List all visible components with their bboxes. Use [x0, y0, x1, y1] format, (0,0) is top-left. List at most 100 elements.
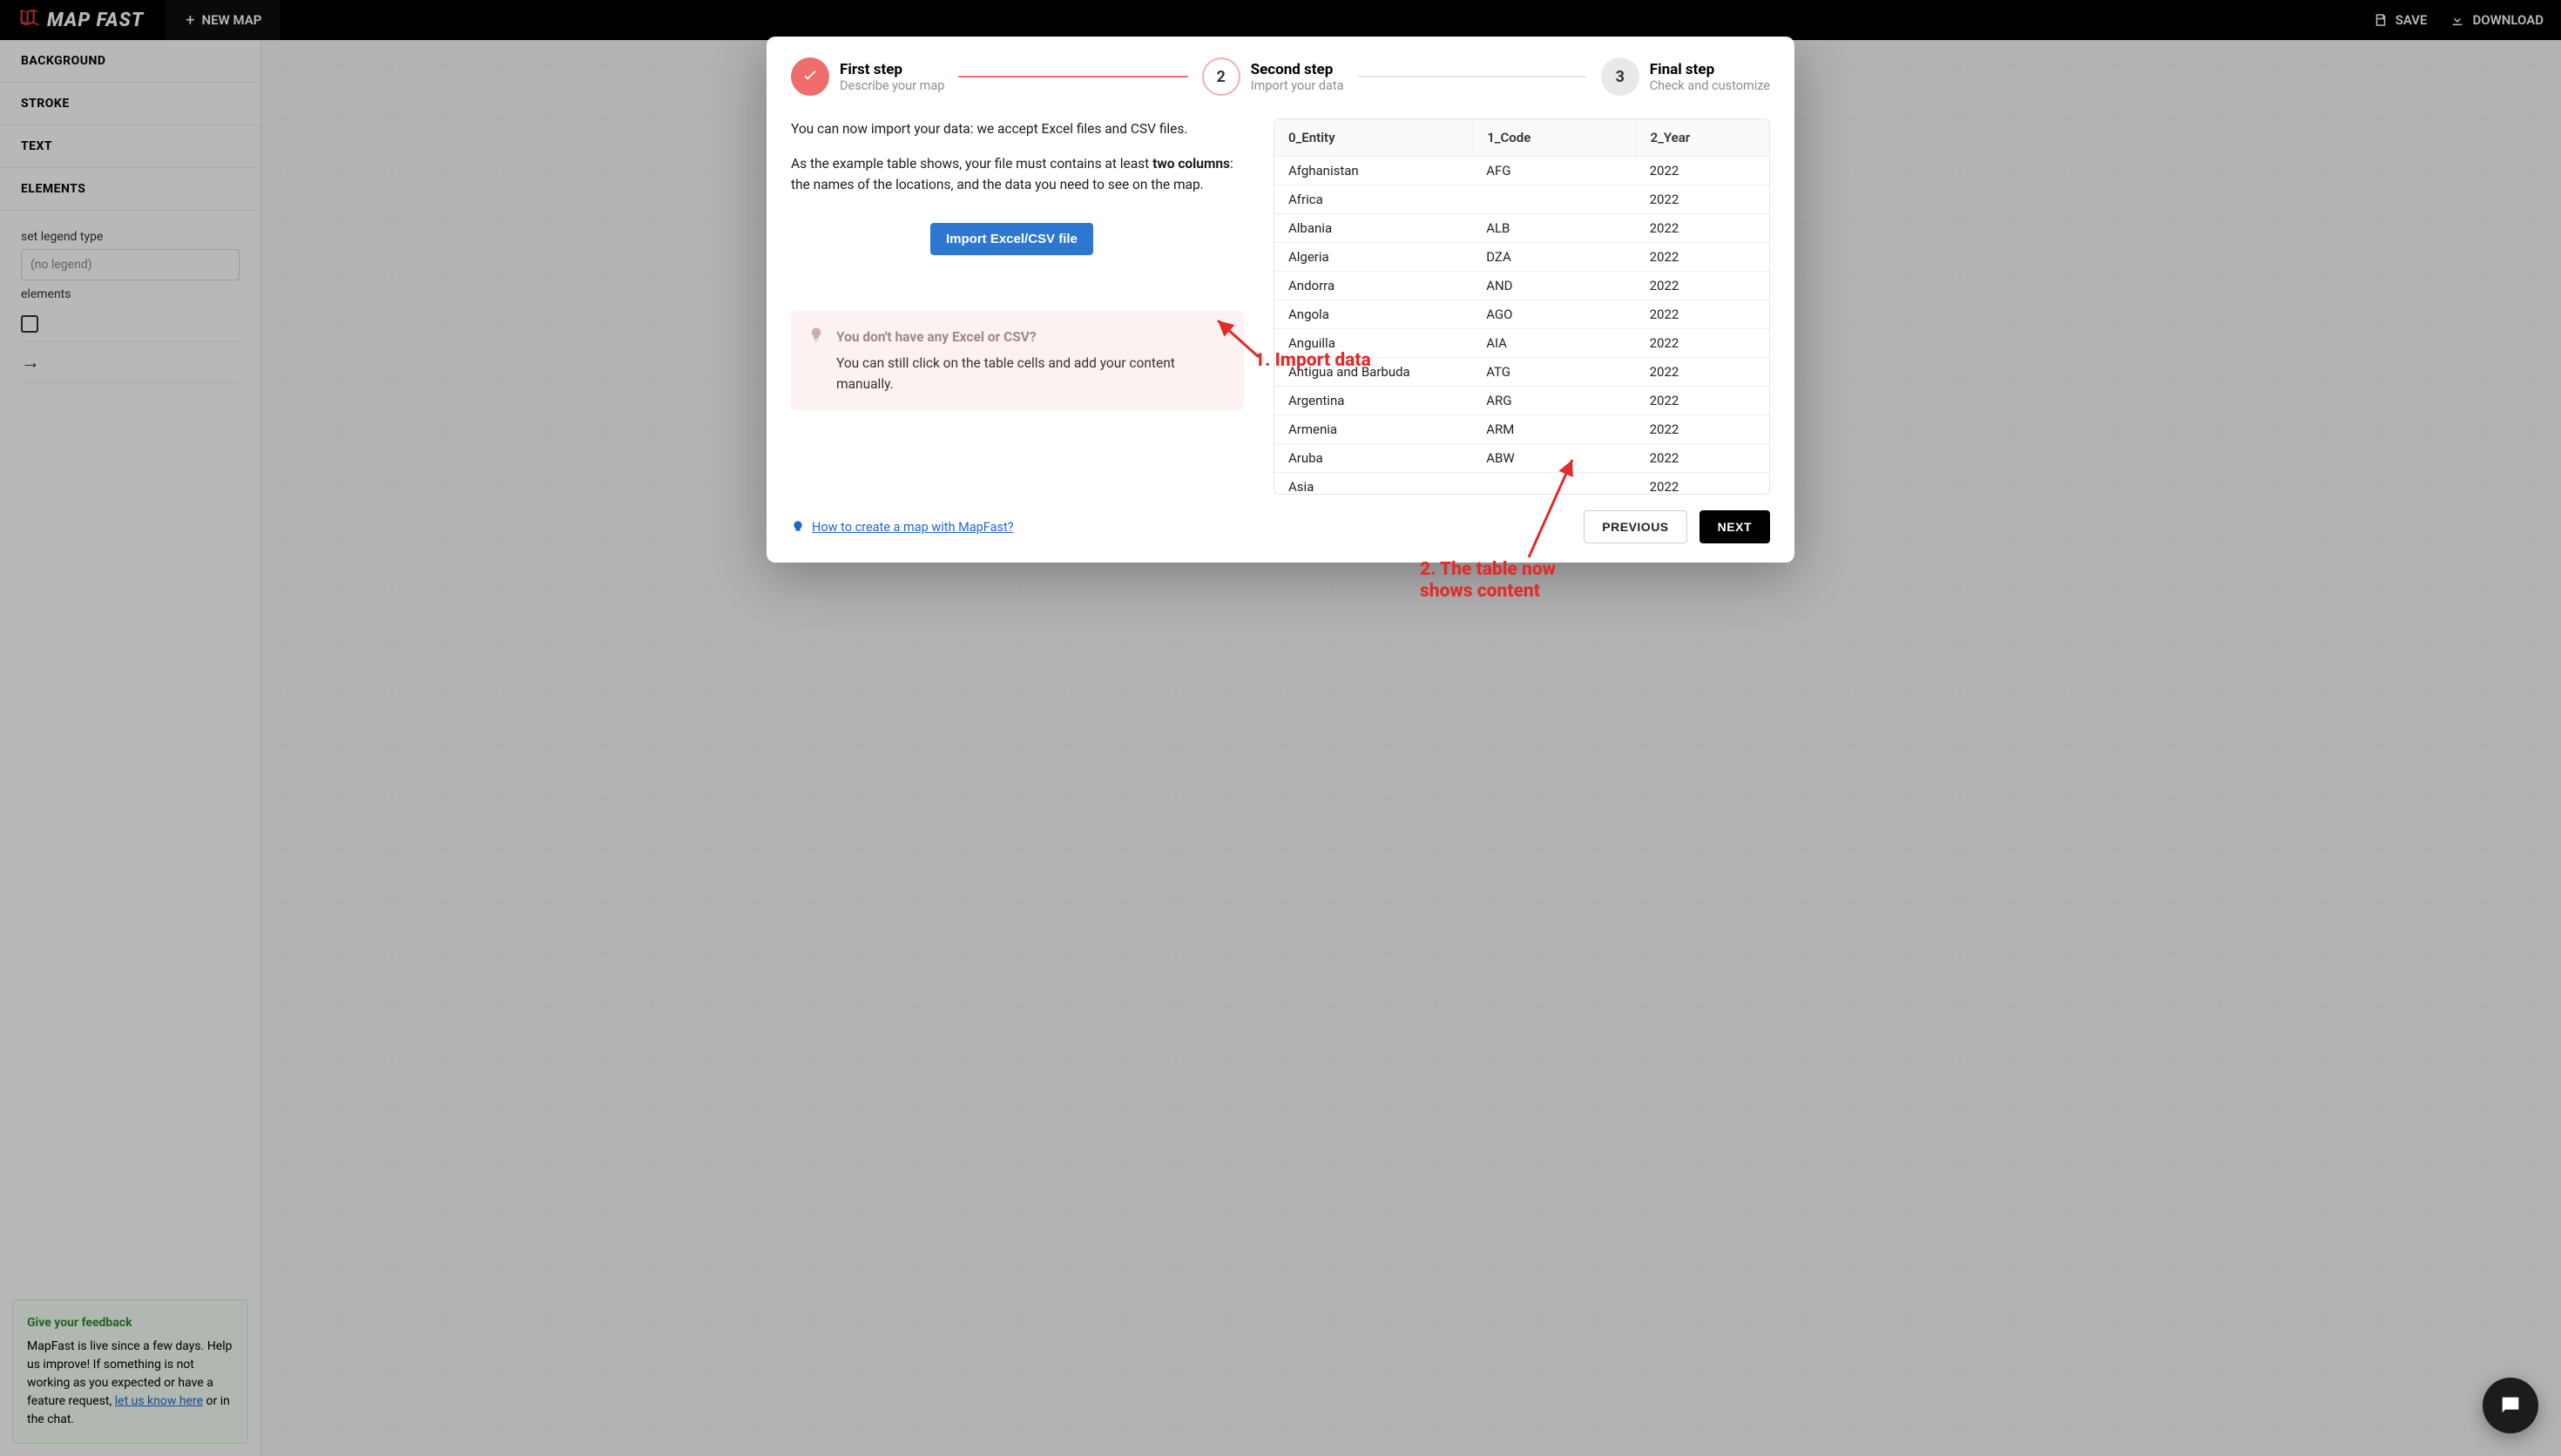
step-2: 2 Second step Import your data: [1202, 57, 1344, 96]
panel-stroke[interactable]: STROKE: [0, 83, 260, 125]
panel-background[interactable]: BACKGROUND: [0, 40, 260, 83]
step-3-number: 3: [1601, 57, 1639, 96]
element-rect[interactable]: [21, 307, 240, 342]
table-cell[interactable]: 2022: [1636, 329, 1769, 357]
arrow-right-icon: →: [21, 351, 40, 374]
table-cell[interactable]: 2022: [1636, 300, 1769, 328]
howto-label: How to create a map with MapFast?: [812, 520, 1014, 535]
step-1-sub: Describe your map: [840, 78, 944, 93]
table-cell[interactable]: ARM: [1472, 415, 1635, 443]
table-row[interactable]: Africa 2022: [1274, 185, 1769, 213]
table-cell[interactable]: Antigua and Barbuda: [1274, 358, 1472, 386]
check-icon: [791, 57, 829, 96]
table-row[interactable]: ArubaABW2022: [1274, 443, 1769, 472]
feedback-box: Give your feedback MapFast is live since…: [12, 1299, 248, 1444]
download-button[interactable]: DOWNLOAD: [2450, 12, 2544, 28]
table-cell[interactable]: Aruba: [1274, 444, 1472, 472]
table-cell[interactable]: 2022: [1636, 358, 1769, 386]
hint-title: You don't have any Excel or CSV?: [836, 327, 1226, 347]
import-modal: First step Describe your map 2 Second st…: [767, 37, 1794, 563]
elements-label: elements: [21, 287, 240, 301]
table-cell[interactable]: DZA: [1472, 243, 1635, 271]
table-cell[interactable]: 2022: [1636, 387, 1769, 415]
table-header-entity[interactable]: 0_Entity: [1274, 119, 1472, 156]
table-cell[interactable]: 2022: [1636, 185, 1769, 213]
feedback-title: Give your feedback: [27, 1314, 233, 1332]
brand-text: MAP FAST: [47, 10, 144, 31]
step-1-title: First step: [840, 61, 944, 78]
legend-type-select[interactable]: (no legend): [21, 249, 240, 280]
map-logo-icon: [17, 5, 42, 35]
table-cell[interactable]: [1472, 473, 1635, 494]
table-cell[interactable]: AGO: [1472, 300, 1635, 328]
step-2-title: Second step: [1251, 61, 1344, 78]
table-cell[interactable]: 2022: [1636, 214, 1769, 242]
table-cell[interactable]: Afghanistan: [1274, 157, 1472, 185]
brand-logo: MAP FAST: [17, 5, 144, 35]
table-cell[interactable]: ATG: [1472, 358, 1635, 386]
step-3: 3 Final step Check and customize: [1601, 57, 1770, 96]
table-cell[interactable]: ALB: [1472, 214, 1635, 242]
table-row[interactable]: AlgeriaDZA2022: [1274, 242, 1769, 271]
table-row[interactable]: ArgentinaARG2022: [1274, 386, 1769, 415]
table-row[interactable]: Antigua and BarbudaATG2022: [1274, 357, 1769, 386]
table-cell[interactable]: Angola: [1274, 300, 1472, 328]
import-p-bold: two columns: [1152, 156, 1230, 172]
table-row[interactable]: AndorraAND2022: [1274, 271, 1769, 300]
table-row[interactable]: Asia 2022: [1274, 472, 1769, 494]
panel-text[interactable]: TEXT: [0, 125, 260, 168]
plus-icon: [186, 11, 194, 30]
panel-elements[interactable]: ELEMENTS: [0, 168, 260, 211]
next-button[interactable]: NEXT: [1699, 510, 1770, 543]
previous-button[interactable]: PREVIOUS: [1584, 510, 1686, 543]
square-icon: [21, 315, 38, 333]
table-row[interactable]: ArmeniaARM2022: [1274, 415, 1769, 443]
save-button[interactable]: SAVE: [2373, 12, 2428, 28]
table-cell[interactable]: ABW: [1472, 444, 1635, 472]
table-cell[interactable]: Andorra: [1274, 272, 1472, 300]
table-cell[interactable]: [1472, 185, 1635, 213]
table-cell[interactable]: AND: [1472, 272, 1635, 300]
top-bar: MAP FAST NEW MAP SAVE DOWNLOAD: [0, 0, 2561, 40]
table-cell[interactable]: 2022: [1636, 444, 1769, 472]
table-cell[interactable]: 2022: [1636, 272, 1769, 300]
table-row[interactable]: AlbaniaALB2022: [1274, 213, 1769, 242]
bulb-icon: [808, 327, 824, 394]
download-label: DOWNLOAD: [2472, 12, 2544, 28]
save-label: SAVE: [2395, 12, 2428, 28]
table-cell[interactable]: Anguilla: [1274, 329, 1472, 357]
table-cell[interactable]: Argentina: [1274, 387, 1472, 415]
step-1: First step Describe your map: [791, 57, 944, 96]
table-cell[interactable]: Algeria: [1274, 243, 1472, 271]
table-cell[interactable]: Asia: [1274, 473, 1472, 494]
chat-bubble-button[interactable]: [2483, 1378, 2538, 1433]
table-cell[interactable]: 2022: [1636, 415, 1769, 443]
element-arrow[interactable]: →: [21, 342, 240, 383]
table-cell[interactable]: ARG: [1472, 387, 1635, 415]
import-instructions: You can now import your data: we accept …: [791, 118, 1244, 495]
legend-type-label: set legend type: [21, 230, 240, 244]
table-row[interactable]: AfghanistanAFG2022: [1274, 156, 1769, 185]
table-cell[interactable]: 2022: [1636, 157, 1769, 185]
table-cell[interactable]: 2022: [1636, 243, 1769, 271]
table-row[interactable]: AnguillaAIA2022: [1274, 328, 1769, 357]
download-icon: [2450, 12, 2465, 28]
hint-body: You can still click on the table cells a…: [836, 353, 1226, 394]
table-cell[interactable]: 2022: [1636, 473, 1769, 494]
howto-link[interactable]: How to create a map with MapFast?: [791, 520, 1014, 535]
data-preview-table: 0_Entity 1_Code 2_Year AfghanistanAFG202…: [1274, 118, 1770, 495]
table-cell[interactable]: Albania: [1274, 214, 1472, 242]
import-p-pre: As the example table shows, your file mu…: [791, 156, 1152, 172]
table-cell[interactable]: Armenia: [1274, 415, 1472, 443]
import-file-button[interactable]: Import Excel/CSV file: [930, 223, 1093, 255]
feedback-link[interactable]: let us know here: [115, 1394, 203, 1408]
new-map-button[interactable]: NEW MAP: [166, 0, 280, 40]
hint-box: You don't have any Excel or CSV? You can…: [791, 311, 1244, 410]
sidebar: BACKGROUND STROKE TEXT ELEMENTS set lege…: [0, 40, 261, 1456]
table-row[interactable]: AngolaAGO2022: [1274, 300, 1769, 328]
table-header-code[interactable]: 1_Code: [1472, 119, 1635, 156]
table-cell[interactable]: Africa: [1274, 185, 1472, 213]
table-cell[interactable]: AIA: [1472, 329, 1635, 357]
table-cell[interactable]: AFG: [1472, 157, 1635, 185]
table-header-year[interactable]: 2_Year: [1636, 119, 1769, 156]
